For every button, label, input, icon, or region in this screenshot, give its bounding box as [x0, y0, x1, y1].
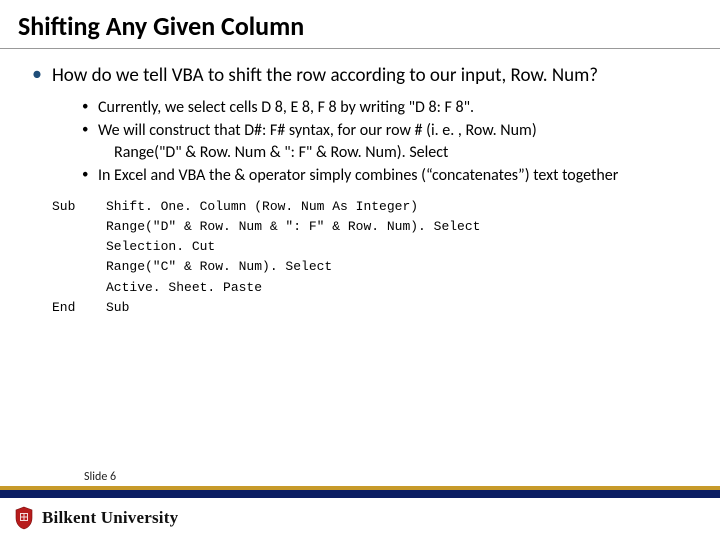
code-text: Range("D" & Row. Num & ": F" & Row. Num)…	[96, 217, 480, 237]
code-keyword: End	[52, 298, 96, 318]
code-line: Range("C" & Row. Num). Select	[52, 257, 694, 277]
title-row: Shifting Any Given Column	[0, 0, 720, 46]
sub-bullet-icon: •	[82, 97, 98, 119]
sub-bullet-line1: We will construct that D#: F# syntax, fo…	[98, 121, 537, 140]
code-text: Sub	[96, 298, 129, 318]
slide: Shifting Any Given Column • How do we te…	[0, 0, 720, 540]
footer-bars	[0, 486, 720, 498]
bullet-text: How do we tell VBA to shift the row acco…	[52, 63, 598, 89]
code-text: Range("C" & Row. Num). Select	[96, 257, 332, 277]
sub-bullet: • We will construct that D#: F# syntax, …	[82, 120, 694, 163]
slide-number: Slide 6	[84, 470, 116, 484]
code-text: Shift. One. Column (Row. Num As Integer)	[96, 197, 418, 217]
crest-icon	[14, 506, 34, 530]
code-line: Sub Shift. One. Column (Row. Num As Inte…	[52, 197, 694, 217]
university-name: Bilkent University	[42, 508, 178, 528]
code-block: Sub Shift. One. Column (Row. Num As Inte…	[52, 197, 694, 318]
code-line: Range("D" & Row. Num & ": F" & Row. Num)…	[52, 217, 694, 237]
sub-bullet-text: Currently, we select cells D 8, E 8, F 8…	[98, 97, 694, 119]
sub-bullet-text: We will construct that D#: F# syntax, fo…	[98, 120, 694, 163]
bullet-level1: • How do we tell VBA to shift the row ac…	[26, 63, 694, 89]
sub-bullet-line2: Range("D" & Row. Num & ": F" & Row. Num)…	[114, 143, 448, 162]
sub-bullet-text: In Excel and VBA the & operator simply c…	[98, 165, 694, 187]
sub-bullet-list: • Currently, we select cells D 8, E 8, F…	[82, 97, 694, 187]
code-keyword	[52, 257, 96, 277]
sub-bullet: • Currently, we select cells D 8, E 8, F…	[82, 97, 694, 119]
code-keyword	[52, 217, 96, 237]
code-line: Selection. Cut	[52, 237, 694, 257]
code-keyword: Sub	[52, 197, 96, 217]
code-keyword	[52, 237, 96, 257]
slide-title: Shifting Any Given Column	[18, 10, 702, 42]
code-keyword	[52, 278, 96, 298]
sub-bullet: • In Excel and VBA the & operator simply…	[82, 165, 694, 187]
bullet-icon: •	[32, 63, 42, 89]
code-text: Selection. Cut	[96, 237, 215, 257]
content-area: • How do we tell VBA to shift the row ac…	[0, 49, 720, 540]
logo-row: Bilkent University	[14, 506, 178, 530]
code-text: Active. Sheet. Paste	[96, 278, 262, 298]
sub-bullet-icon: •	[82, 120, 98, 163]
code-line: End Sub	[52, 298, 694, 318]
navy-bar	[0, 490, 720, 498]
sub-bullet-icon: •	[82, 165, 98, 187]
code-line: Active. Sheet. Paste	[52, 278, 694, 298]
